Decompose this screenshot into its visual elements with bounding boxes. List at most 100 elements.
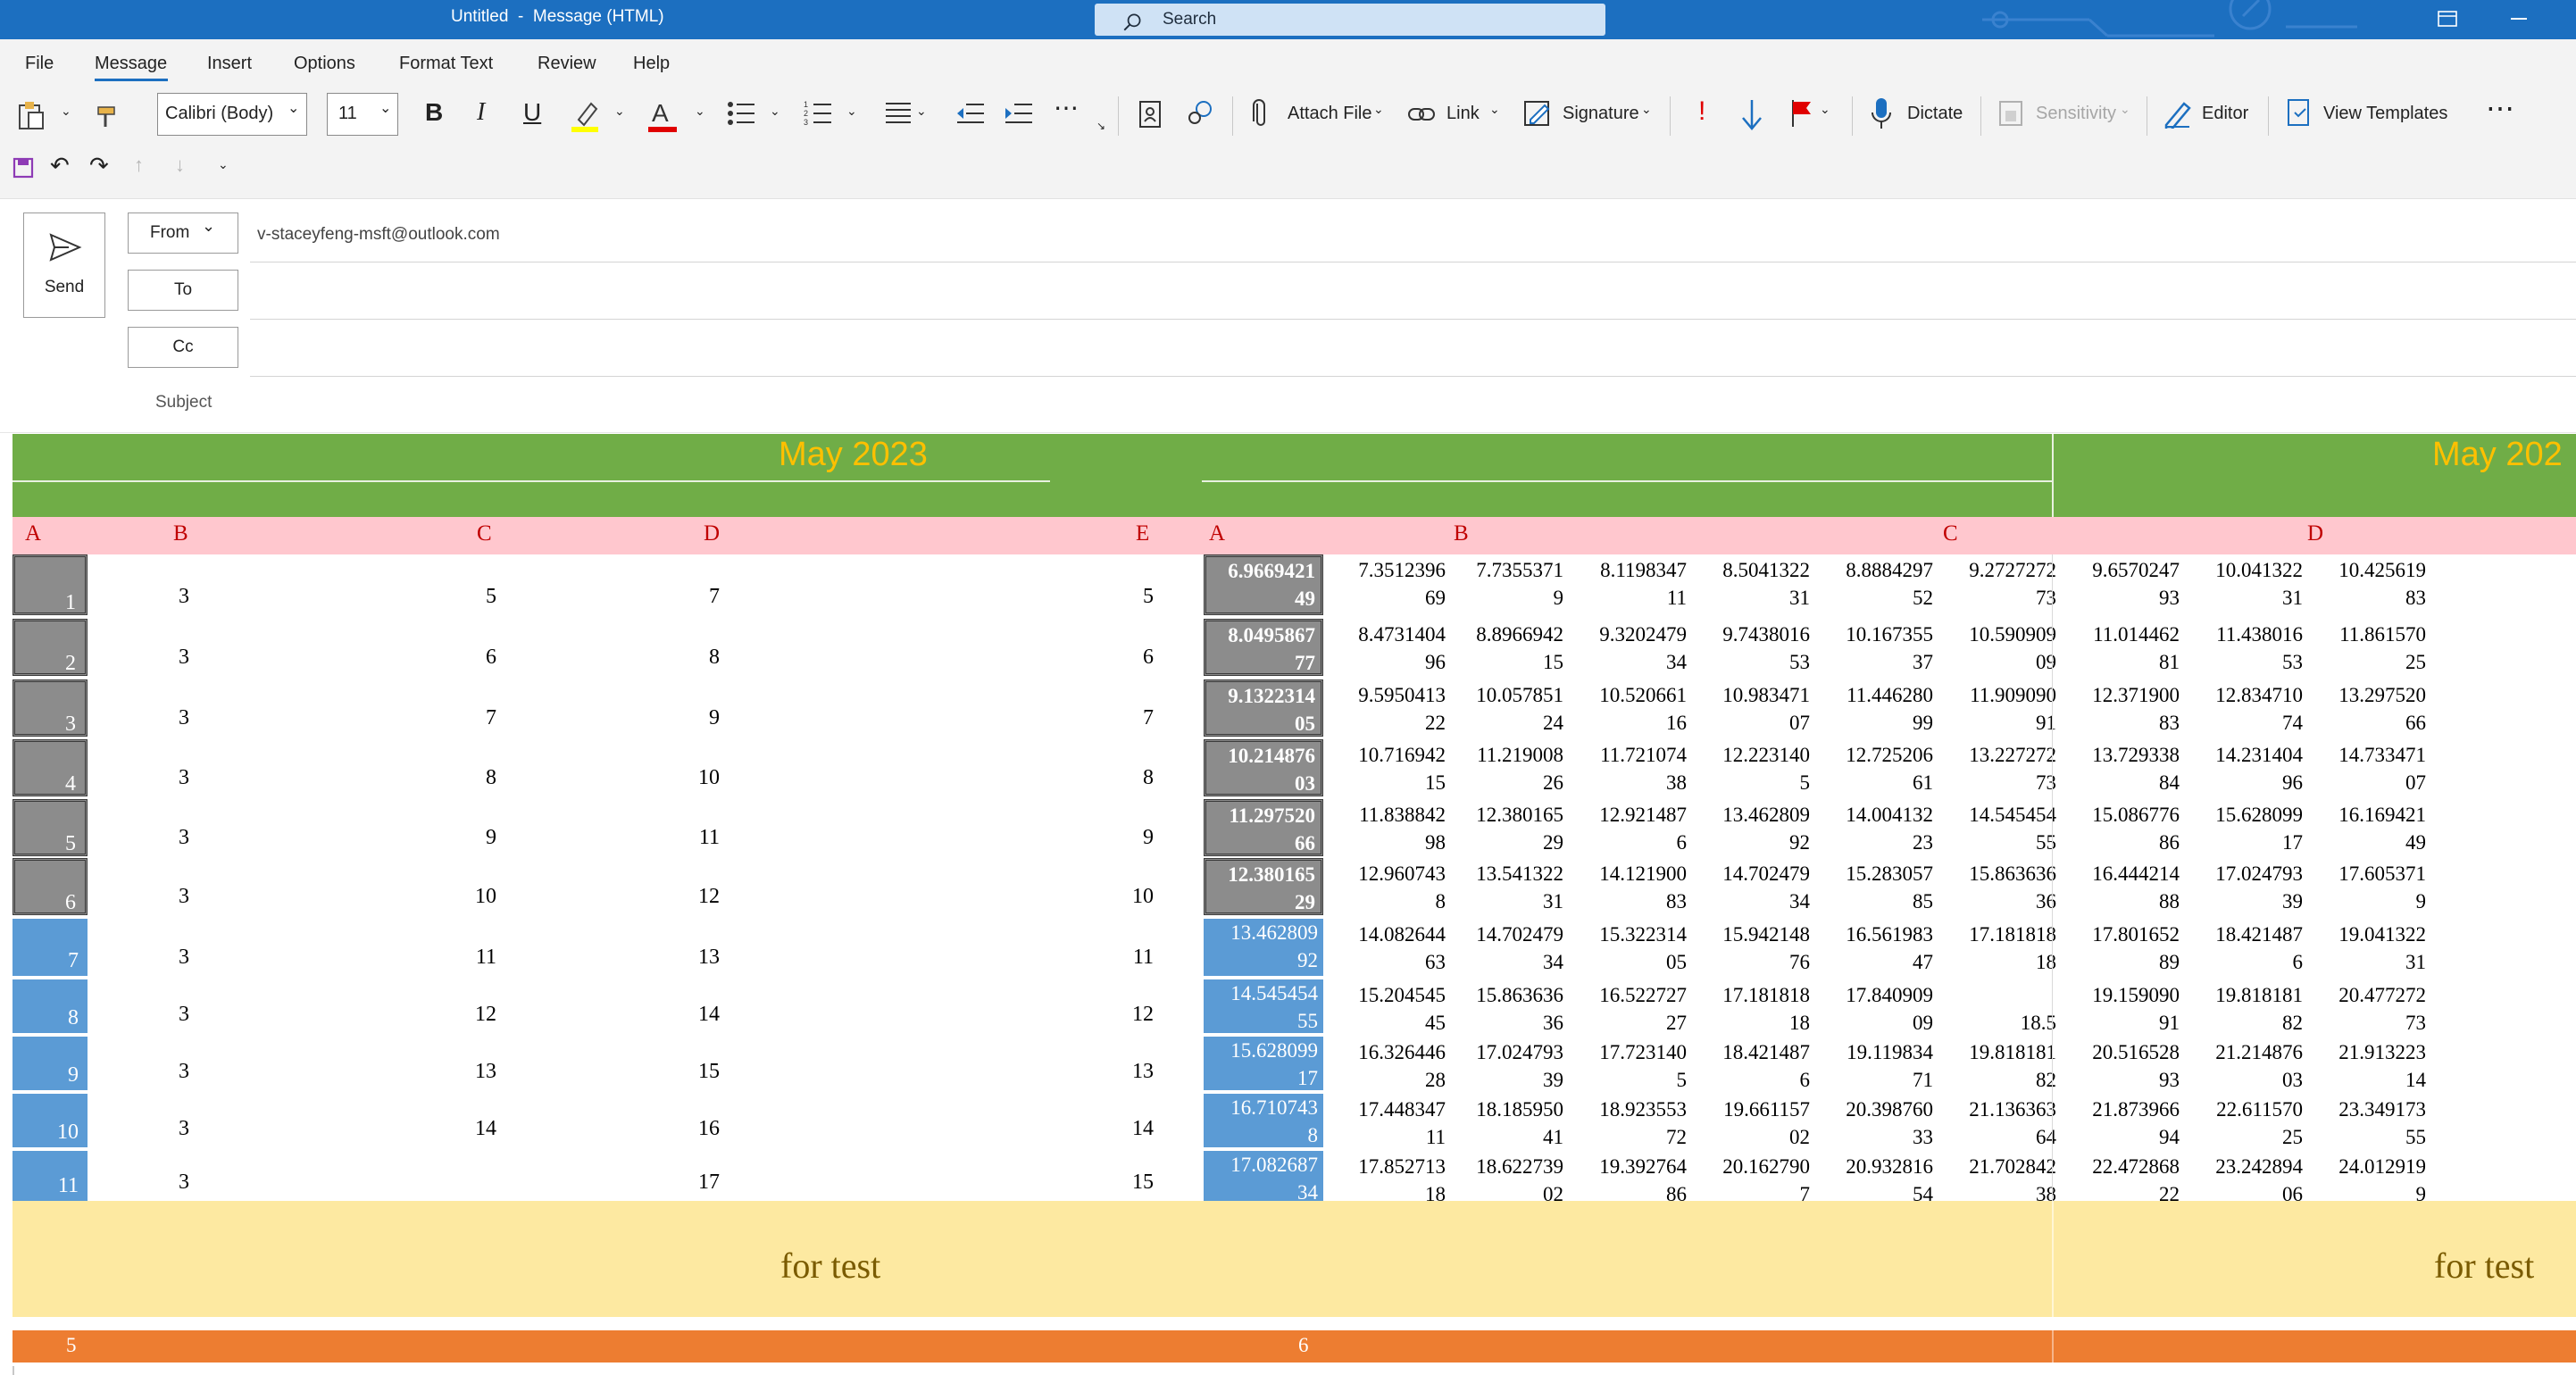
a-cell-line2: 77: [1295, 652, 1315, 674]
subject-field[interactable]: [250, 382, 2576, 429]
bold-icon[interactable]: B: [425, 98, 443, 127]
cell-line2: 07: [1789, 712, 1810, 734]
menu-options[interactable]: Options: [294, 54, 355, 74]
up-arrow-icon: ↑: [134, 154, 144, 176]
cell-value: 17.723140 5: [1575, 1038, 1687, 1094]
redo-icon[interactable]: ↷: [89, 152, 109, 179]
cell-value: 14.231404 96: [2191, 741, 2303, 796]
cell-value: 9: [486, 826, 496, 849]
numbering-icon[interactable]: 123: [804, 100, 834, 127]
cell-value: 3: [179, 826, 189, 849]
align-dropdown-icon[interactable]: ⌄: [916, 104, 927, 119]
more-formatting-icon[interactable]: ⋯: [1054, 93, 1079, 122]
cell-value: 3: [179, 585, 189, 608]
decrease-indent-icon[interactable]: [955, 100, 986, 127]
a-cell-line2: 8: [1307, 1124, 1319, 1146]
cell-value: 9.5950413 22: [1334, 681, 1446, 737]
cell-line1: 16.326446: [1358, 1041, 1446, 1063]
a-cell-line1: 8.0495867: [1228, 624, 1315, 646]
more-options-icon[interactable]: ⋯: [2486, 91, 2514, 125]
cell-value: 3: [179, 946, 189, 969]
view-templates-button[interactable]: View Templates: [2323, 104, 2447, 124]
cell-value: 21.913223 14: [2314, 1038, 2426, 1094]
cell-line1: [1945, 981, 2056, 1009]
dictate-button[interactable]: Dictate: [1907, 104, 1963, 124]
highlight-dropdown-icon[interactable]: ⌄: [614, 104, 625, 119]
highlight-icon[interactable]: [570, 96, 605, 134]
format-painter-icon[interactable]: [93, 100, 123, 130]
cell-line2: 72: [1666, 1126, 1687, 1148]
ribbon-display-icon[interactable]: [2438, 11, 2457, 29]
cell-value: 11: [1132, 946, 1154, 969]
to-field[interactable]: [250, 270, 2576, 316]
view-templates-icon[interactable]: [2286, 98, 2313, 129]
chevron-down-icon[interactable]: ⌄: [1489, 102, 1500, 117]
send-button[interactable]: Send: [23, 212, 105, 318]
address-book-icon[interactable]: [1138, 100, 1164, 129]
editor-icon[interactable]: [2163, 98, 2193, 129]
attach-icon[interactable]: [1250, 98, 1271, 130]
link-button[interactable]: Link: [1446, 104, 1480, 124]
menu-help[interactable]: Help: [633, 54, 670, 74]
high-importance-icon[interactable]: !: [1698, 96, 1705, 127]
cell-line1: 10.520661: [1599, 684, 1687, 706]
menu-format-text[interactable]: Format Text: [399, 54, 493, 74]
microphone-icon[interactable]: [1870, 96, 1893, 130]
chevron-down-icon[interactable]: ⌄: [1641, 102, 1652, 117]
editor-button[interactable]: Editor: [2202, 104, 2248, 124]
follow-up-flag-icon[interactable]: [1789, 98, 1816, 129]
font-size-select[interactable]: 11 ⌄: [327, 93, 398, 136]
underline-icon[interactable]: U: [523, 98, 541, 127]
signature-icon[interactable]: [1523, 98, 1554, 129]
bullets-icon[interactable]: [727, 100, 757, 127]
cc-divider: [250, 376, 2576, 377]
numbering-dropdown-icon[interactable]: ⌄: [846, 104, 857, 119]
menu-review[interactable]: Review: [538, 54, 596, 74]
cell-line1: 23.349173: [2338, 1098, 2426, 1121]
cell-value: 9.3202479 34: [1575, 621, 1687, 676]
bullets-dropdown-icon[interactable]: ⌄: [770, 104, 780, 119]
check-names-icon[interactable]: [1186, 98, 1216, 129]
dialog-launcher-icon[interactable]: ↘: [1096, 120, 1105, 132]
font-name-value: Calibri (Body): [165, 104, 274, 123]
font-color-icon[interactable]: A: [646, 96, 682, 134]
search-box[interactable]: Search: [1095, 4, 1605, 36]
cc-field[interactable]: [250, 327, 2576, 373]
menu-insert[interactable]: Insert: [207, 54, 252, 74]
quick-access-toolbar: [0, 141, 2576, 191]
title-underline-left: [13, 480, 1050, 482]
from-button[interactable]: From ⌄: [128, 212, 238, 254]
cell-value: 8.1198347 11: [1575, 556, 1687, 612]
cell-value: 3: [179, 706, 189, 729]
chevron-down-icon[interactable]: ⌄: [1820, 102, 1830, 117]
cc-button[interactable]: Cc: [128, 327, 238, 368]
paste-dropdown-icon[interactable]: ⌄: [61, 104, 71, 119]
link-icon[interactable]: [1407, 104, 1438, 125]
cell-line2: 18.5: [2020, 1012, 2056, 1034]
increase-indent-icon[interactable]: [1004, 100, 1034, 127]
cell-value: 14.121900 83: [1575, 860, 1687, 915]
low-importance-icon[interactable]: [1739, 98, 1764, 130]
menu-message[interactable]: Message: [95, 54, 167, 74]
signature-button[interactable]: Signature: [1563, 104, 1639, 124]
undo-icon[interactable]: ↶: [50, 152, 70, 179]
align-icon[interactable]: [884, 100, 914, 127]
row-header: 8: [13, 979, 88, 1033]
save-icon[interactable]: [13, 157, 34, 179]
cell-line2: 81: [2159, 651, 2180, 673]
message-body[interactable]: May 2023 May 202 A B C D E A B C D 13575…: [0, 434, 2576, 1375]
font-color-dropdown-icon[interactable]: ⌄: [695, 104, 705, 119]
menu-file[interactable]: File: [25, 54, 54, 74]
italic-icon[interactable]: I: [477, 98, 485, 127]
paste-icon[interactable]: [16, 100, 48, 130]
customize-toolbar-icon[interactable]: ⌄: [218, 157, 229, 172]
attach-file-button[interactable]: Attach File: [1288, 104, 1371, 124]
cell-value: 16.561983 47: [1822, 921, 1933, 976]
cell-line1: 21.873966: [2092, 1098, 2180, 1121]
to-button[interactable]: To: [128, 270, 238, 311]
cell-line2: 03: [2282, 1069, 2303, 1091]
chevron-down-icon[interactable]: ⌄: [1373, 102, 1384, 117]
cell-line2: 24: [1543, 712, 1563, 734]
font-name-select[interactable]: Calibri (Body) ⌄: [157, 93, 307, 136]
minimize-icon[interactable]: [2511, 18, 2527, 20]
